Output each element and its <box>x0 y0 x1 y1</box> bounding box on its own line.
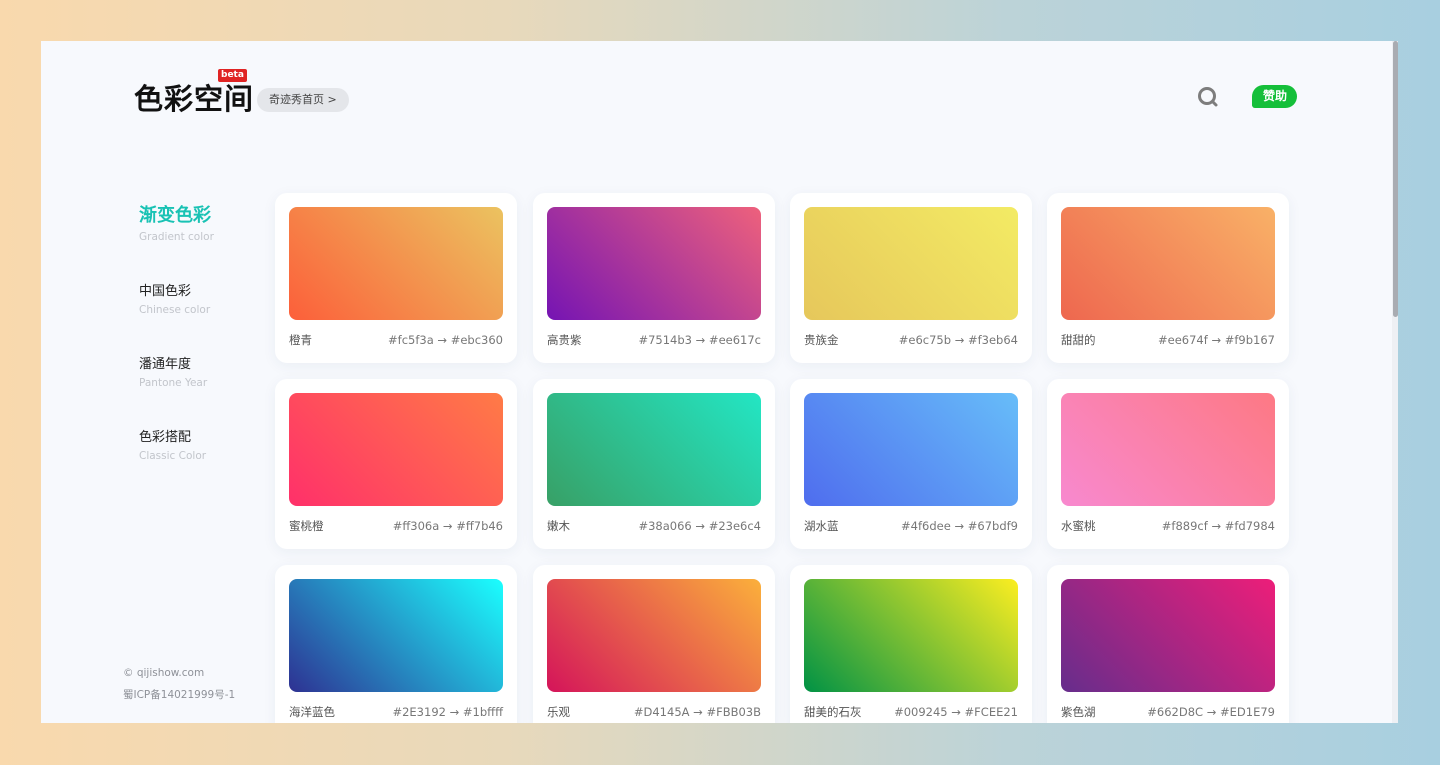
gradient-card[interactable]: 贵族金 #e6c75b → #f3eb64 <box>790 193 1032 363</box>
sidebar-item-label: 中国色彩 <box>139 284 192 299</box>
scrollbar-thumb[interactable] <box>1393 41 1398 317</box>
gradient-name: 湖水蓝 <box>804 519 839 533</box>
gradient-card[interactable]: 蜜桃橙 #ff306a → #ff7b46 <box>275 379 517 549</box>
search-icon[interactable] <box>1197 86 1219 108</box>
gradient-swatch[interactable] <box>547 207 761 320</box>
gradient-swatch[interactable] <box>1061 579 1275 692</box>
gradient-card[interactable]: 紫色湖 #662D8C → #ED1E79 <box>1047 565 1289 723</box>
gradient-code[interactable]: #ff306a → #ff7b46 <box>393 518 503 534</box>
sidebar-item-classic[interactable]: 色彩搭配 Classic Color <box>139 429 214 464</box>
footer: © qijishow.com 蜀ICP备14021999号-1 <box>123 662 235 706</box>
gradient-card[interactable]: 嫩木 #38a066 → #23e6c4 <box>533 379 775 549</box>
logo[interactable]: 色彩空间 beta <box>134 69 255 117</box>
gradient-name: 橙青 <box>289 333 312 347</box>
gradient-code[interactable]: #7514b3 → #ee617c <box>638 332 761 348</box>
sponsor-button[interactable]: 赞助 <box>1252 85 1298 108</box>
gradient-card[interactable]: 甜美的石灰 #009245 → #FCEE21 <box>790 565 1032 723</box>
gradient-code[interactable]: #D4145A → #FBB03B <box>634 704 761 720</box>
gradient-code[interactable]: #2E3192 → #1bffff <box>392 704 503 720</box>
sidebar-item-chinese[interactable]: 中国色彩 Chinese color <box>139 283 214 318</box>
footer-copyright: © qijishow.com <box>123 667 205 679</box>
sidebar-item-pantone[interactable]: 潘通年度 Pantone Year <box>139 356 214 391</box>
gradient-code[interactable]: #009245 → #FCEE21 <box>894 704 1018 720</box>
sidebar-item-subtitle: Chinese color <box>139 304 211 316</box>
sidebar-item-gradient[interactable]: 渐变色彩 Gradient color <box>139 204 214 245</box>
gradient-code[interactable]: #662D8C → #ED1E79 <box>1147 704 1275 720</box>
gradient-name: 蜜桃橙 <box>289 519 324 533</box>
footer-icp[interactable]: 蜀ICP备14021999号-1 <box>123 684 235 706</box>
gradient-code[interactable]: #38a066 → #23e6c4 <box>638 518 761 534</box>
gradient-code[interactable]: #e6c75b → #f3eb64 <box>899 332 1018 348</box>
sidebar-item-label: 渐变色彩 <box>139 205 211 226</box>
gradient-code[interactable]: #f889cf → #fd7984 <box>1162 518 1275 534</box>
gradient-swatch[interactable] <box>804 393 1018 506</box>
sidebar-item-label: 色彩搭配 <box>139 430 192 445</box>
sidebar-item-label: 潘通年度 <box>139 357 192 372</box>
gradient-name: 海洋蓝色 <box>289 705 335 719</box>
gradient-swatch[interactable] <box>289 579 503 692</box>
gradient-card[interactable]: 湖水蓝 #4f6dee → #67bdf9 <box>790 379 1032 549</box>
gradient-card[interactable]: 乐观 #D4145A → #FBB03B <box>533 565 775 723</box>
gradient-name: 乐观 <box>547 705 570 719</box>
gradient-card[interactable]: 高贵紫 #7514b3 → #ee617c <box>533 193 775 363</box>
gradient-card[interactable]: 甜甜的 #ee674f → #f9b167 <box>1047 193 1289 363</box>
gradient-name: 嫩木 <box>547 519 570 533</box>
sidebar-item-subtitle: Gradient color <box>139 231 214 243</box>
gradient-swatch[interactable] <box>1061 207 1275 320</box>
gradient-name: 贵族金 <box>804 333 839 347</box>
sidebar-item-subtitle: Pantone Year <box>139 377 208 389</box>
gradient-name: 紫色湖 <box>1061 705 1096 719</box>
gradient-code[interactable]: #ee674f → #f9b167 <box>1158 332 1275 348</box>
sidebar-item-subtitle: Classic Color <box>139 450 207 462</box>
gradient-name: 高贵紫 <box>547 333 582 347</box>
gradient-swatch[interactable] <box>1061 393 1275 506</box>
beta-badge: beta <box>218 69 247 82</box>
gradient-swatch[interactable] <box>547 579 761 692</box>
gradient-swatch[interactable] <box>804 579 1018 692</box>
sidebar-nav: 渐变色彩 Gradient color 中国色彩 Chinese color 潘通年度 P… <box>139 204 214 502</box>
gradient-code[interactable]: #4f6dee → #67bdf9 <box>901 518 1018 534</box>
gradient-swatch[interactable] <box>289 393 503 506</box>
gradient-card[interactable]: 水蜜桃 #f889cf → #fd7984 <box>1047 379 1289 549</box>
gradient-card[interactable]: 橙青 #fc5f3a → #ebc360 <box>275 193 517 363</box>
gradient-code[interactable]: #fc5f3a → #ebc360 <box>388 332 503 348</box>
gradient-name: 水蜜桃 <box>1061 519 1096 533</box>
gradient-swatch[interactable] <box>804 207 1018 320</box>
logo-text: 色彩空间 <box>134 82 255 116</box>
gradient-swatch[interactable] <box>289 207 503 320</box>
gradient-name: 甜美的石灰 <box>804 705 862 719</box>
gradient-name: 甜甜的 <box>1061 333 1096 347</box>
home-link[interactable]: 奇迹秀首页 > <box>257 88 349 112</box>
app-window: 色彩空间 beta 奇迹秀首页 > 赞助 渐变色彩 Gradient color 中… <box>41 41 1398 723</box>
gradient-card[interactable]: 海洋蓝色 #2E3192 → #1bffff <box>275 565 517 723</box>
gradient-swatch[interactable] <box>547 393 761 506</box>
